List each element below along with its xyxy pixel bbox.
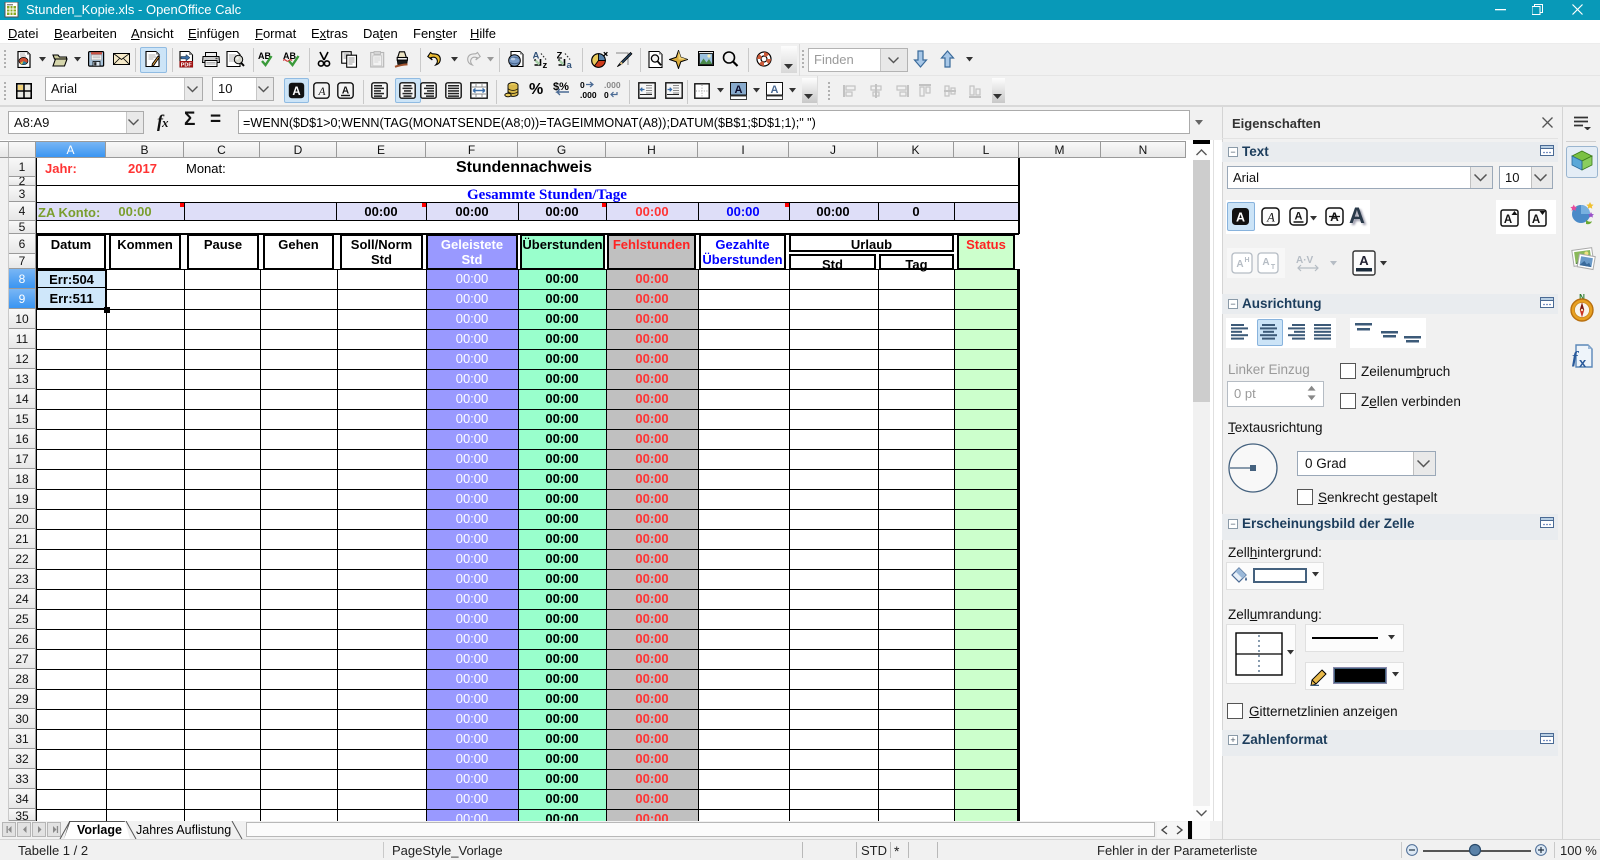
svg-text:x: x [1579, 355, 1587, 370]
svg-text:.000: .000 [604, 80, 621, 90]
svg-text:A: A [1236, 259, 1243, 270]
svg-text:A: A [317, 86, 326, 98]
svg-text:PDF: PDF [181, 62, 193, 68]
svg-text:A: A [1295, 211, 1303, 223]
svg-text:A: A [1359, 253, 1369, 268]
svg-text:A·V: A·V [1296, 255, 1314, 266]
svg-text:H: H [1244, 257, 1249, 264]
svg-text:T: T [1271, 264, 1276, 271]
svg-text:A: A [1504, 214, 1512, 226]
svg-text:z: z [543, 60, 548, 68]
svg-text:A: A [1266, 211, 1275, 225]
svg-text:A: A [771, 84, 779, 96]
svg-text:A: A [1532, 214, 1540, 226]
svg-text:$%: $% [553, 81, 569, 93]
svg-text:A: A [1262, 257, 1269, 268]
svg-text:0: 0 [580, 80, 585, 90]
svg-text:A: A [735, 84, 743, 96]
svg-text:0: 0 [604, 90, 609, 100]
svg-text:.000: .000 [580, 90, 597, 100]
svg-text:a: a [567, 60, 573, 68]
svg-text:A: A [292, 86, 300, 98]
svg-text:A: A [1236, 211, 1245, 225]
